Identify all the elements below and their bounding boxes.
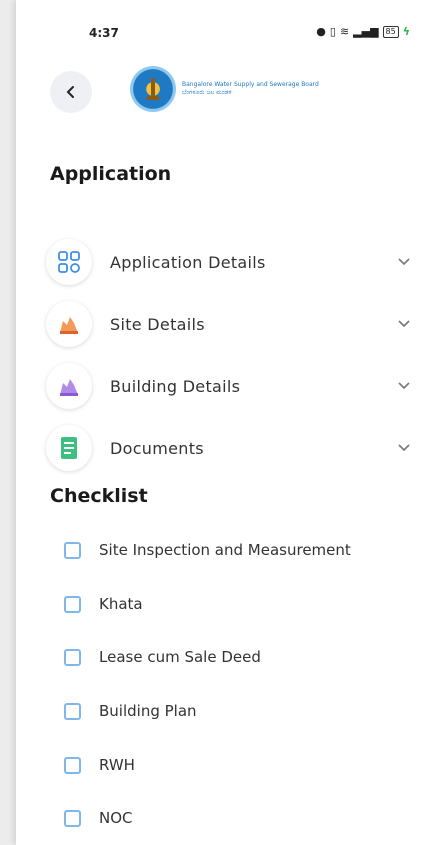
accordion-building-details[interactable]: Building Details (46, 361, 410, 411)
signal-icon: ▂▄▆ (353, 25, 379, 38)
checkbox[interactable] (64, 595, 81, 613)
org-name: Bangalore Water Supply and Sewerage Boar… (182, 81, 319, 97)
checklist-item[interactable]: Site Inspection and Measurement (64, 541, 351, 559)
brand: Bangalore Water Supply and Sewerage Boar… (130, 66, 319, 112)
status-time: 4:37 (89, 26, 119, 40)
app-screen: 4:37 ● ▯ ≋ ▂▄▆ 85 ϟ Bangalore Water Supp… (16, 0, 430, 845)
checklist-label: NOC (99, 809, 133, 827)
grid-icon (46, 239, 92, 285)
document-icon (46, 425, 92, 471)
accordion-documents[interactable]: Documents (46, 423, 410, 473)
chevron-down-icon (398, 255, 410, 270)
checkbox[interactable] (64, 809, 81, 827)
accordion-site-details[interactable]: Site Details (46, 299, 410, 349)
org-name-line2: ಬೆಂಗಳೂರು ಜಲ ಮಂಡಳಿ (182, 89, 232, 96)
checklist-label: Khata (99, 595, 143, 613)
checklist-label: Site Inspection and Measurement (99, 541, 351, 559)
accordion-application-details[interactable]: Application Details (46, 237, 410, 287)
checklist-item[interactable]: RWH (64, 756, 135, 774)
chevron-left-icon (66, 86, 74, 98)
checklist-item[interactable]: Building Plan (64, 702, 197, 720)
accordion-label: Site Details (110, 314, 205, 334)
checklist-label: RWH (99, 756, 135, 774)
accordion-label: Application Details (110, 252, 266, 272)
checklist-item[interactable]: Lease cum Sale Deed (64, 648, 261, 666)
checklist-item[interactable]: Khata (64, 595, 143, 613)
chevron-down-icon (398, 379, 410, 394)
alarm-icon: ● (316, 25, 326, 38)
org-name-line1: Bangalore Water Supply and Sewerage Boar… (182, 81, 319, 88)
building-icon (46, 363, 92, 409)
wifi-icon: ≋ (339, 25, 350, 38)
checklist-label: Building Plan (99, 702, 197, 720)
chevron-down-icon (398, 317, 410, 332)
bwssb-logo (130, 66, 176, 112)
accordion-label: Documents (110, 438, 204, 458)
checkbox[interactable] (64, 648, 81, 666)
accordion-label: Building Details (110, 376, 241, 396)
battery-icon: 85 (382, 25, 399, 38)
checklist-item[interactable]: NOC (64, 809, 133, 827)
status-icons: ● ▯ ≋ ▂▄▆ 85 ϟ (316, 25, 410, 38)
chevron-down-icon (398, 441, 410, 456)
vibrate-icon: ▯ (329, 25, 336, 38)
status-bar: 4:37 ● ▯ ≋ ▂▄▆ 85 ϟ (16, 22, 430, 44)
site-icon (46, 301, 92, 347)
charging-icon: ϟ (402, 25, 410, 38)
checkbox[interactable] (64, 541, 81, 559)
checkbox[interactable] (64, 702, 81, 720)
back-button[interactable] (50, 71, 92, 113)
checklist-title: Checklist (50, 485, 148, 507)
checkbox[interactable] (64, 756, 81, 774)
checklist-label: Lease cum Sale Deed (99, 648, 261, 666)
application-title: Application (50, 163, 172, 185)
